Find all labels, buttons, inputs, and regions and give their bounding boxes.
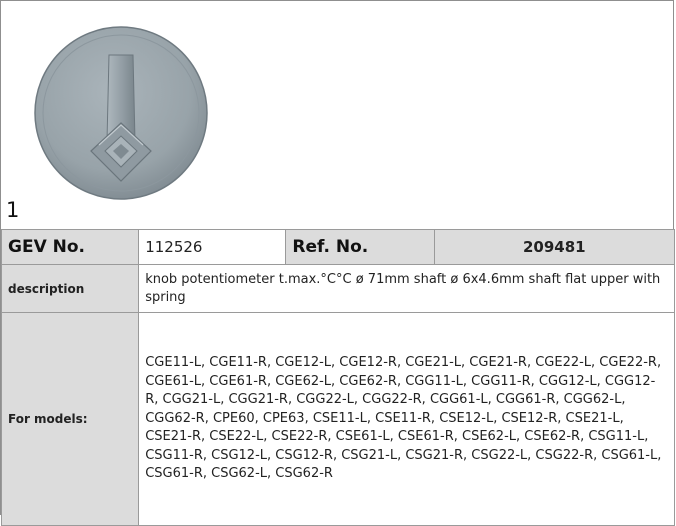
ref-value: 209481 — [433, 229, 676, 265]
image-index-label: 1 — [6, 198, 20, 222]
product-image-area: 1 — [1, 1, 673, 230]
models-label: For models: — [0, 312, 140, 526]
specs-table: GEV No. 112526 Ref. No. 209481 descripti… — [0, 229, 676, 526]
models-value: CGE11-L, CGE11-R, CGE12-L, CGE12-R, CGE2… — [138, 312, 675, 526]
gev-value: 112526 — [138, 229, 287, 265]
gev-row: GEV No. 112526 Ref. No. 209481 — [0, 229, 676, 265]
description-row: description knob potentiometer t.max.°C°… — [0, 264, 675, 313]
description-value: knob potentiometer t.max.°C°C ø 71mm sha… — [138, 264, 675, 313]
models-row: For models: CGE11-L, CGE11-R, CGE12-L, C… — [0, 312, 675, 526]
ref-label: Ref. No. — [285, 229, 435, 265]
product-card: 1 GEV No. 112526 Ref. No. 209481 descrip… — [0, 0, 676, 526]
description-label: description — [0, 264, 140, 313]
knob-image — [34, 26, 208, 200]
gev-label: GEV No. — [0, 229, 140, 265]
